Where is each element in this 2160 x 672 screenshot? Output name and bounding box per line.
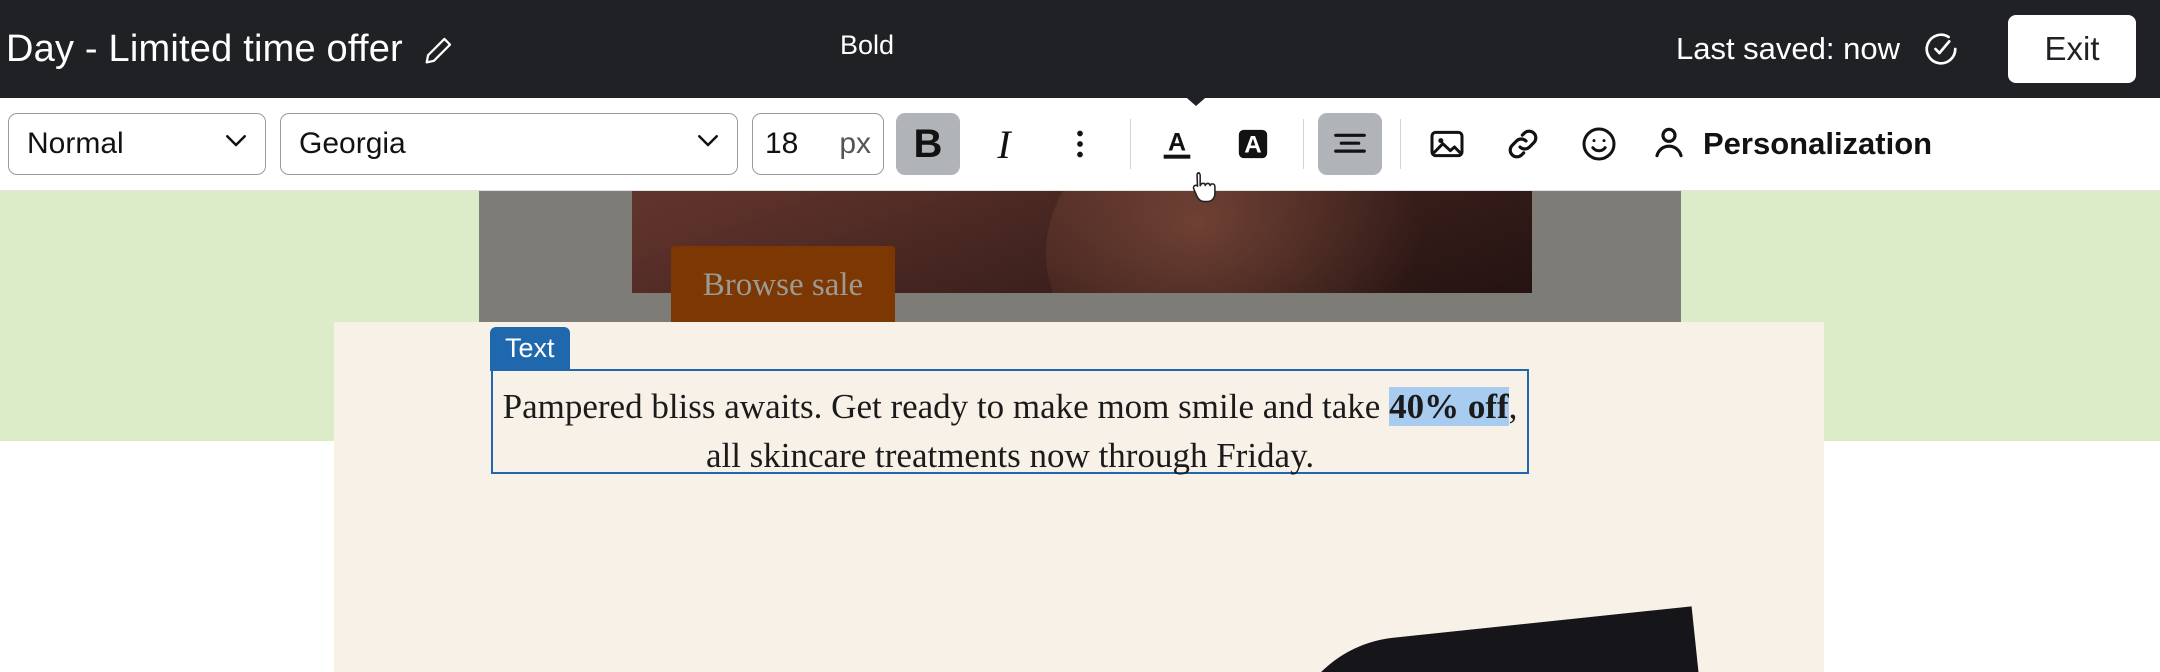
font-family-select[interactable]: Georgia (280, 113, 738, 175)
email-canvas: Browse sale Text Pampered bliss awaits. … (0, 191, 2160, 672)
bold-label: B (913, 121, 943, 166)
text-block[interactable]: Text Pampered bliss awaits. Get ready to… (479, 322, 1681, 672)
text-section: Text Pampered bliss awaits. Get ready to… (334, 322, 1824, 672)
chevron-down-icon (211, 125, 251, 163)
italic-button[interactable]: I (972, 113, 1036, 175)
app-header: Day - Limited time offer Bold Last saved… (0, 0, 2160, 98)
tooltip-arrow (1180, 92, 1212, 106)
svg-text:A: A (1244, 132, 1261, 159)
kebab-menu-icon (1062, 126, 1098, 162)
text-block-badge: Text (490, 327, 570, 371)
formatting-toolbar: Normal Georgia 18 px B I A A Personaliza… (0, 98, 2160, 191)
align-center-icon (1331, 125, 1369, 163)
svg-text:A: A (1168, 129, 1186, 157)
font-size-unit: px (839, 127, 871, 160)
font-size-input[interactable]: 18 px (752, 113, 884, 175)
paragraph-style-select[interactable]: Normal (8, 113, 266, 175)
header-right-group: Last saved: now Exit (1676, 0, 2160, 98)
exit-button[interactable]: Exit (2008, 15, 2136, 83)
email-body: Browse sale Text Pampered bliss awaits. … (334, 191, 1824, 672)
personalization-label: Personalization (1703, 126, 1933, 161)
link-icon (1503, 124, 1543, 164)
save-status-text: Last saved: now (1675, 31, 1900, 66)
text-highlight-icon: A (1233, 124, 1273, 164)
page-title: Day - Limited time offer (6, 27, 403, 70)
bold-button[interactable]: B (896, 113, 960, 175)
text-color-icon: A (1157, 124, 1197, 164)
browse-sale-button[interactable]: Browse sale (671, 246, 895, 325)
personalization-button[interactable]: Personalization (1649, 122, 1948, 167)
selected-text-highlight: 40% off (1389, 387, 1509, 426)
toolbar-divider (1400, 119, 1401, 169)
chevron-down-icon (683, 125, 723, 163)
font-size-value: 18 (765, 127, 799, 160)
insert-image-button[interactable] (1415, 113, 1479, 175)
emoji-icon (1579, 124, 1619, 164)
italic-label: I (997, 121, 1011, 167)
insert-link-button[interactable] (1491, 113, 1555, 175)
document-title-group: Day - Limited time offer (6, 28, 455, 71)
paragraph-part1: Pampered bliss awaits. Get ready to make… (502, 387, 1390, 426)
paragraph-style-value: Normal (27, 127, 124, 160)
check-circle-icon (1922, 30, 1960, 68)
font-family-value: Georgia (299, 127, 406, 160)
image-icon (1427, 124, 1467, 164)
more-options-button[interactable] (1048, 113, 1112, 175)
bold-tooltip: Bold (840, 30, 895, 60)
person-icon (1649, 122, 1689, 167)
align-center-button[interactable] (1318, 113, 1382, 175)
toolbar-divider (1130, 119, 1131, 169)
pencil-icon[interactable] (421, 30, 455, 68)
emoji-button[interactable] (1567, 113, 1631, 175)
toolbar-divider (1303, 119, 1304, 169)
text-highlight-button[interactable]: A (1221, 113, 1285, 175)
paragraph-text[interactable]: Pampered bliss awaits. Get ready to make… (501, 382, 1519, 480)
text-color-button[interactable]: A (1145, 113, 1209, 175)
